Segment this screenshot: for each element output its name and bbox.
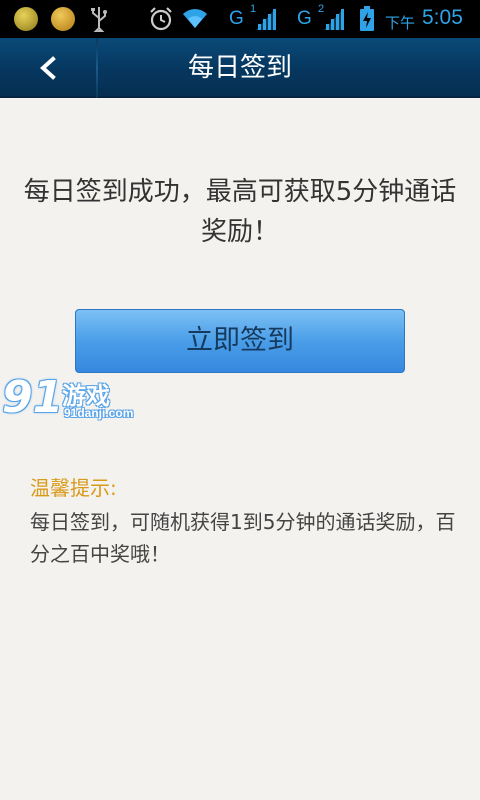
tip-text: 每日签到，可随机获得1到5分钟的通话奖励，百分之百中奖哦！ <box>30 510 456 566</box>
network-type-2: G <box>297 8 312 29</box>
clock-time: 5:05 <box>422 6 463 29</box>
chevron-left-icon <box>40 56 56 80</box>
title-bar: 每日签到 <box>0 38 480 98</box>
status-bar: G 1 G 2 下午 5:05 <box>0 0 480 38</box>
watermark-logo: 91 游戏 91danji.com <box>0 372 140 432</box>
back-button[interactable] <box>0 38 96 98</box>
battery-charging-icon <box>359 6 375 36</box>
watermark-number: 91 <box>2 372 64 423</box>
tip-label: 温馨提示: <box>30 476 117 500</box>
wifi-icon <box>180 6 210 34</box>
network-type-1: G <box>229 8 244 29</box>
app-notification-icon <box>51 7 75 31</box>
title-divider <box>96 38 98 98</box>
checkin-button[interactable]: 立即签到 <box>75 309 405 373</box>
signal-icon <box>320 6 346 36</box>
usb-icon <box>90 6 108 38</box>
ampm-label: 下午 <box>385 14 416 32</box>
app-notification-icon <box>14 7 38 31</box>
checkin-screen: G 1 G 2 下午 5:05 每日签到 每日签到成功，最高可获取5分钟通话奖励… <box>0 0 480 800</box>
checkin-success-message: 每日签到成功，最高可获取5分钟通话奖励！ <box>23 177 457 247</box>
alarm-icon <box>148 6 174 36</box>
watermark-url: 91danji.com <box>64 406 134 420</box>
signal-icon <box>252 6 278 36</box>
